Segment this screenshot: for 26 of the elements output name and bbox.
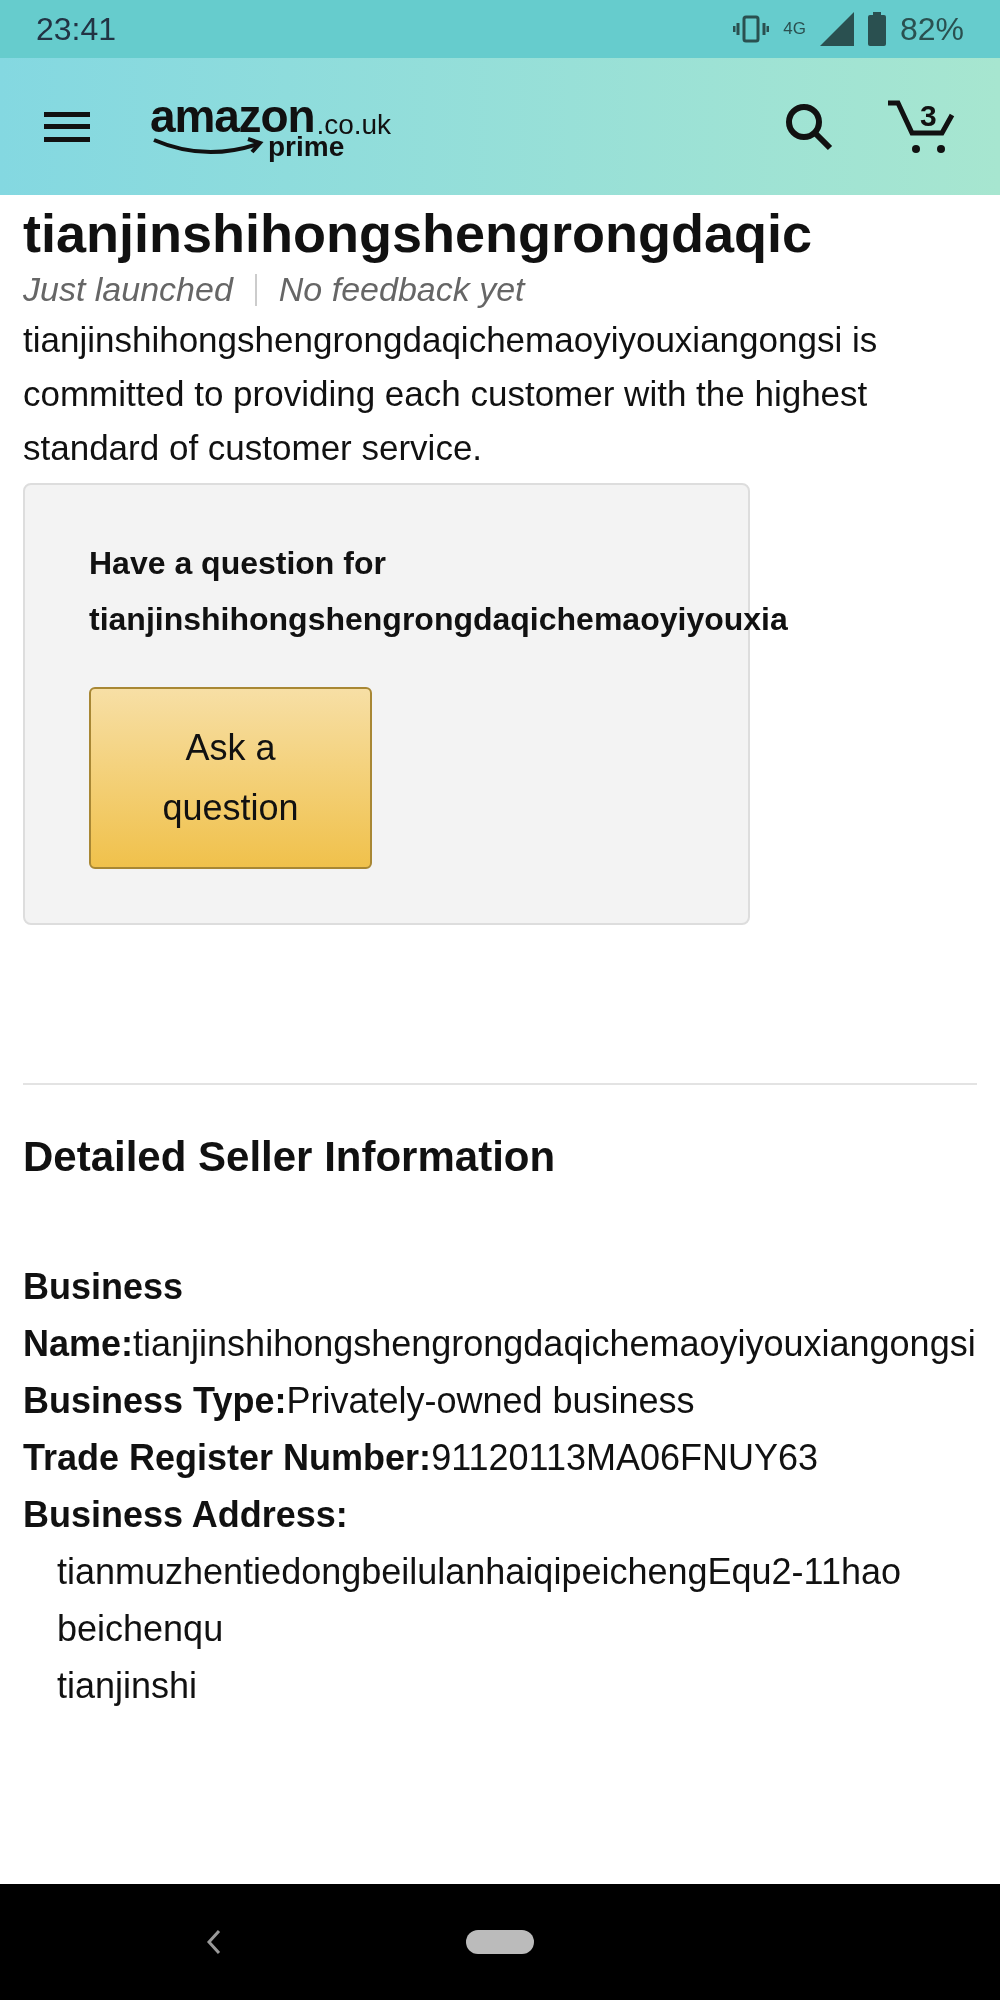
address-line: tianjinshi [56,1664,199,1709]
status-time: 23:41 [36,10,117,49]
cart-button[interactable]: 3 [886,96,956,157]
seller-detail: Trade Register Number:91120113MA06FNUY63 [23,1436,820,1481]
seller-detail: Business Address: [23,1493,349,1538]
seller-description: tianjinshihongshengrongdaqichemaoyiyouxiangongsi is committed to providing each customer with the highest standard of customer service. [23,319,879,470]
amazon-prime-logo[interactable]: amazon.co.uk prime [150,92,392,161]
seller-detail: Business Name:tianjinshihongshengrongdaqichemaoyiyouxiangongsi [23,1265,977,1367]
vibrate-icon [733,15,770,43]
signal-icon [819,12,854,46]
address-line: beichenqu [56,1607,225,1652]
back-icon[interactable] [206,1929,222,1955]
seller-name: tianjinshihongshengrongdaqic [23,202,813,265]
question-prompt: Have a question for tianjinshihongshengrongdaqichemaoyiyouxia [89,544,789,640]
network-type: 4G [783,18,806,41]
rating-text: Just launched [23,268,233,310]
battery-icon [867,12,886,46]
seller-detail: Business Type:Privately-owned business [23,1379,696,1424]
section-heading: Detailed Seller Information [23,1132,557,1183]
battery-percent: 82% [899,10,964,49]
home-pill[interactable] [466,1930,534,1954]
search-icon [784,101,834,152]
cart-count: 3 [920,97,937,134]
address-line: tianmuzhentiedongbeilulanhaiqipeichengEqu2-11hao [56,1550,902,1595]
ask-question-button[interactable]: Ask a question [89,687,372,870]
rating-text: No feedback yet [278,268,525,310]
